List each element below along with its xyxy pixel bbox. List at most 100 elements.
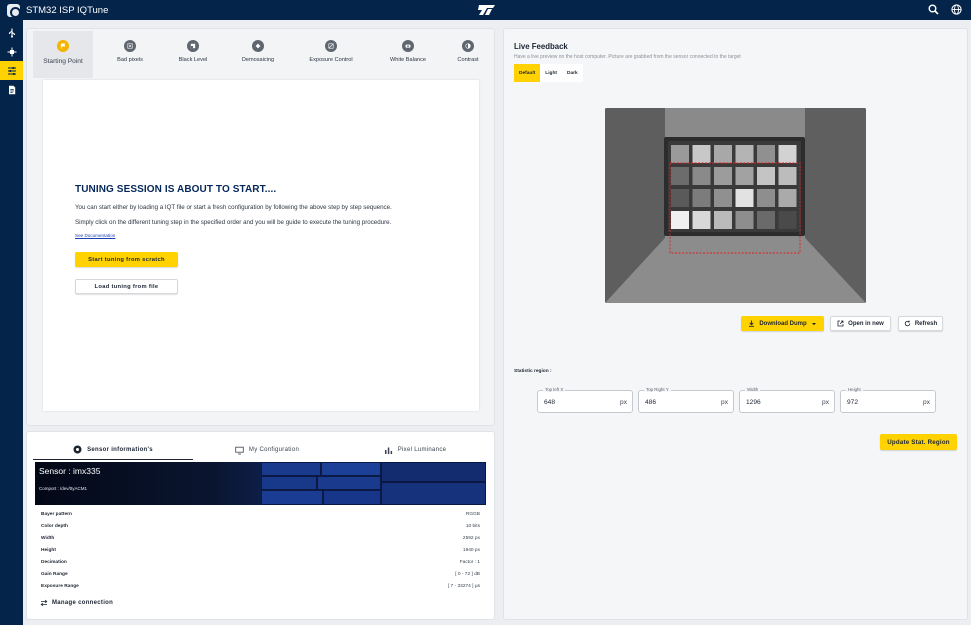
sensor-banner: Sensor : imx335 Comport : /dev/ttyACM1 [35,462,486,505]
color-patch [671,211,689,229]
spec-key: Decimation [41,559,67,565]
spec-value: RGGB [465,511,480,517]
tab-sensor-information[interactable]: Sensor information's [33,440,193,460]
step-demosaicing[interactable]: Demosaicing [233,31,283,78]
step-label: White Balance [389,57,427,63]
tuning-description-1: You can start either by loading a IQT fi… [75,204,392,211]
color-patch [778,189,797,207]
step-black-level[interactable]: Black Level [168,31,218,78]
color-patch [671,145,689,163]
spec-key: Gain Range [41,571,68,577]
mode-dark-button[interactable]: Dark [562,64,583,82]
color-patch [757,211,775,229]
app-logo-icon [7,3,21,18]
color-patch [757,167,775,185]
step-label: Contrast [457,57,479,63]
color-patch [735,167,754,185]
field-unit: px [923,399,930,406]
document-icon [8,85,15,94]
height-field[interactable]: Height 972 px [840,387,936,413]
tuning-stepper: Starting Point Bad pixels Black Level De… [33,31,489,78]
spec-row: Bayer pattern RGGB [41,508,480,520]
step-label: Bad pixels [117,57,143,63]
spec-value: 1940 px [462,547,480,553]
statistic-region-label: Statistic region : [514,369,552,374]
manage-connection-button[interactable]: Manage connection [40,599,113,607]
exposure-icon [325,40,337,52]
sidebar-item-tuning[interactable] [0,61,23,80]
flag-icon [57,40,69,52]
chip-icon [7,47,16,56]
sidebar-item-connection[interactable] [0,23,23,42]
step-white-balance[interactable]: White Balance [378,31,438,78]
tuning-card: TUNING SESSION IS ABOUT TO START.... You… [43,80,479,411]
color-patch [714,167,732,185]
step-label: Demosaicing [241,57,275,63]
color-patch [757,189,775,207]
sidebar-item-documents[interactable] [0,80,23,99]
sensor-comport: Comport : /dev/ttyACM1 [39,486,88,491]
spec-value: [ 0 - 72 ] dB [455,571,480,577]
tuning-title: TUNING SESSION IS ABOUT TO START.... [75,184,277,195]
spec-row: Height 1940 px [41,544,480,556]
demosaicing-icon [252,40,264,52]
update-stat-region-button[interactable]: Update Stat. Region [880,434,957,450]
top-left-x-field[interactable]: Top left X 648 px [537,387,633,413]
color-patch [735,189,754,207]
download-dump-button[interactable]: Download Dump [741,316,824,331]
bad-pixels-icon [124,40,136,52]
load-tuning-button[interactable]: Load tuning from file [75,279,178,294]
mode-default-button[interactable]: Default [514,64,541,82]
spec-row: Color depth 10 bits [41,520,480,532]
spec-row: Exposure Range [ 7 - 33274 ] µs [41,580,480,592]
search-icon[interactable] [927,3,940,16]
refresh-label: Refresh [914,320,938,327]
step-contrast[interactable]: Contrast [448,31,488,78]
width-field[interactable]: Width 1296 px [739,387,835,413]
live-feedback-title: Live Feedback [514,42,568,51]
step-label: Exposure Control [309,57,353,63]
tab-my-configuration[interactable]: My Configuration [193,440,341,460]
field-value: 648 [544,399,556,406]
color-patch [757,145,775,163]
step-starting-point[interactable]: Starting Point [33,31,93,78]
field-label: Top Right Y [644,387,671,392]
spec-row: Gain Range [ 0 - 72 ] dB [41,568,480,580]
refresh-button[interactable]: Refresh [898,316,943,331]
swap-icon [40,599,48,607]
tab-label: Pixel Luminance [397,447,447,453]
field-unit: px [620,399,627,406]
top-right-y-field[interactable]: Top Right Y 486 px [638,387,734,413]
step-bad-pixels[interactable]: Bad pixels [105,31,155,78]
sidebar-item-target[interactable] [0,42,23,61]
tab-pixel-luminance[interactable]: Pixel Luminance [341,440,489,460]
tab-label: Sensor information's [87,446,153,453]
spec-value: Factor : 1 [459,559,480,565]
globe-icon[interactable] [950,3,963,16]
download-dump-label: Download Dump [759,320,807,327]
step-exposure-control[interactable]: Exposure Control [296,31,366,78]
usb-icon [8,28,15,38]
color-patch [778,211,797,229]
contrast-icon [462,40,474,52]
color-patch [735,145,754,163]
spec-value: [ 7 - 33274 ] µs [447,583,480,589]
sensor-icon [73,445,82,454]
tune-sliders-icon [7,66,16,75]
mode-light-button[interactable]: Light [540,64,562,82]
info-tabs: Sensor information's My Configuration Pi… [33,440,489,460]
open-in-new-button[interactable]: Open in new [830,316,891,331]
color-patch [692,189,711,207]
step-label: Black Level [178,57,208,63]
caret-down-icon [811,322,816,325]
color-patch [778,167,797,185]
see-documentation-link[interactable]: See Documentation [75,233,115,238]
start-tuning-button[interactable]: Start tuning from scratch [75,252,178,267]
spec-key: Color depth [41,523,68,529]
spec-key: Bayer pattern [41,511,72,517]
refresh-icon [904,320,911,327]
open-in-new-label: Open in new [848,320,884,327]
spec-key: Exposure Range [41,583,79,589]
preview-scene [605,108,866,303]
color-patch [735,211,754,229]
